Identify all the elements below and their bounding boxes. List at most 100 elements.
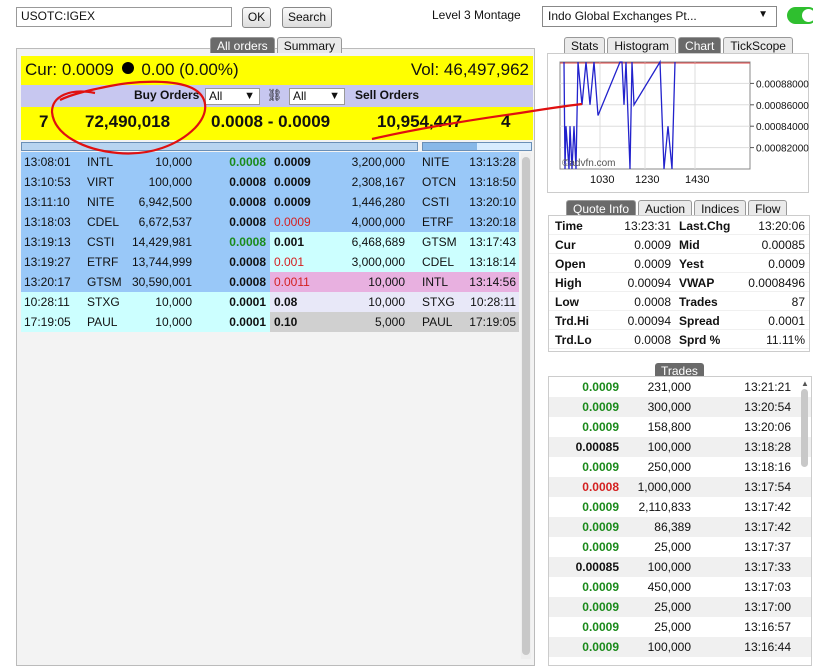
buy-market-maker: INTL [87,155,114,169]
buy-time: 13:08:01 [24,155,71,169]
order-tabs: All orders Summary [210,37,343,53]
quote-row: Low 0.0008 Trades 87 [549,292,809,311]
trade-size: 100,000 [647,560,691,574]
y-tick-label: 0.00082000 [756,144,809,155]
trade-time: 13:17:00 [744,600,791,614]
sell-time: 13:13:28 [469,155,516,169]
buy-orders-label: Buy Orders [134,88,200,102]
trade-time: 13:17:54 [744,480,791,494]
buy-order: 17:19:05 PAUL 10,000 0.0001 [21,312,270,332]
buy-time: 13:10:53 [24,175,71,189]
quote-value: 0.0008496 [748,276,805,290]
x-tick-label: 1230 [635,174,659,186]
tab-auction[interactable]: Auction [638,200,693,216]
trade-time: 13:16:44 [744,640,791,654]
buy-filter-select[interactable]: All ▼ [205,88,260,105]
quote-value: 0.0009 [634,238,671,252]
order-book-scrollbar[interactable] [521,153,531,659]
tab-all-orders[interactable]: All orders [210,37,275,53]
orders-header: Buy Orders All ▼ ⛓ All ▼ Sell Orders [21,85,533,107]
buy-market-maker: CSTI [87,235,115,249]
quote-info-table: Time 13:23:31 Last.Chg 13:20:06 Cur 0.000… [548,215,810,352]
sell-size: 6,468,689 [351,235,405,249]
sell-market-maker: OTCN [422,175,456,189]
ok-button[interactable]: OK [242,7,271,28]
trade-row: 0.00085 100,000 13:17:33 [549,557,811,577]
trade-time: 13:16:57 [744,620,791,634]
trade-price: 0.00085 [575,440,619,454]
sell-time: 17:19:05 [469,315,516,329]
quote-value: 11.11% [766,333,805,347]
link-icon[interactable]: ⛓ [267,88,282,102]
trade-time: 13:17:33 [744,560,791,574]
quote-value: 0.0009 [634,257,671,271]
trade-row: 0.0009 100,000 13:16:44 [549,637,811,657]
quote-label: Trd.Hi [555,314,590,328]
trade-price: 0.0009 [582,500,619,514]
buy-depth-bar [21,142,418,151]
sell-order: 0.001 6,468,689 GTSM 13:17:43 [270,232,519,252]
buy-time: 13:11:10 [24,195,70,209]
trade-price: 0.0009 [582,640,619,654]
quote-label: Sprd % [679,333,721,347]
sell-filter-select[interactable]: All ▼ [289,88,345,105]
sell-time: 13:18:50 [469,175,516,189]
trades-scrollbar[interactable]: ▲ [800,379,810,666]
order-book-table: 13:08:01 INTL 10,000 0.0008 0.0009 3,200… [21,152,519,332]
trade-size: 100,000 [647,640,691,654]
quote-value: 13:23:31 [624,219,671,233]
x-tick-label: 1030 [590,174,614,186]
toggle-switch[interactable] [787,7,813,24]
sell-size: 3,200,000 [351,155,405,169]
quote-row: High 0.00094 VWAP 0.0008496 [549,273,809,292]
quote-value: 0.0008 [634,295,671,309]
tab-stats[interactable]: Stats [564,37,606,53]
tab-flow[interactable]: Flow [748,200,788,216]
tab-summary[interactable]: Summary [276,37,343,53]
quote-row: Trd.Lo 0.0008 Sprd % 11.11% [549,330,809,349]
tab-chart[interactable]: Chart [678,37,722,53]
tab-indices[interactable]: Indices [694,200,747,216]
buy-time: 13:20:17 [24,275,71,289]
exchange-selected-value: Indo Global Exchanges Pt... [548,9,697,23]
search-button[interactable]: Search [282,7,332,28]
sell-market-maker: ETRF [422,215,454,229]
trade-row: 0.0009 300,000 13:20:54 [549,397,811,417]
trade-size: 2,110,833 [638,500,692,514]
sell-market-maker: GTSM [422,235,457,249]
quote-label: Time [555,219,583,233]
sell-depth-bar [422,142,532,151]
buy-size: 6,672,537 [138,215,192,229]
sell-market-maker: NITE [422,155,450,169]
trade-price: 0.0009 [582,540,619,554]
spread-range: 0.0008 - 0.0009 [211,112,331,131]
buy-size: 6,942,500 [138,195,192,209]
buy-price: 0.0008 [229,215,266,229]
trade-price: 0.0008 [582,480,619,494]
trade-price: 0.0009 [582,400,619,414]
symbol-input[interactable]: USOTC:IGEX [16,7,232,27]
y-tick-label: 0.00086000 [756,101,809,112]
sell-market-maker: INTL [422,275,449,289]
sell-price: 0.08 [274,295,298,309]
sell-time: 10:28:11 [470,295,516,309]
sell-size: 10,000 [368,275,405,289]
sell-size: 1,446,280 [351,195,405,209]
quote-value: 0.00094 [627,276,671,290]
buy-market-maker: NITE [87,195,115,209]
trade-size: 25,000 [654,540,691,554]
trade-size: 100,000 [647,440,691,454]
tab-histogram[interactable]: Histogram [607,37,677,53]
exchange-select[interactable]: Indo Global Exchanges Pt... ▼ [542,6,777,27]
quote-label: VWAP [679,276,715,290]
trade-price: 0.0009 [582,420,619,434]
buy-time: 17:19:05 [24,315,71,329]
tab-quote-info[interactable]: Quote Info [566,200,637,216]
tab-tickscope[interactable]: TickScope [723,37,793,53]
trade-row: 0.0009 25,000 13:17:00 [549,597,811,617]
sell-price: 0.0009 [274,175,311,189]
scroll-up-icon[interactable]: ▲ [801,379,809,388]
buy-price: 0.0008 [229,175,266,189]
buy-size: 100,000 [148,175,192,189]
sell-time: 13:18:14 [469,255,516,269]
